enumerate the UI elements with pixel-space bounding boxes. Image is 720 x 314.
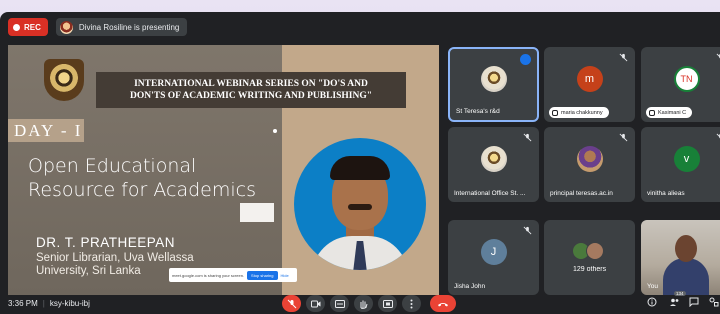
participant-tile[interactable]: St Teresa's r&d xyxy=(448,47,539,122)
participant-chip: maria chakkunny xyxy=(549,107,609,118)
present-icon xyxy=(382,299,393,308)
participant-name: Kasimani C xyxy=(658,109,687,116)
info-icon xyxy=(647,297,657,307)
chat-button[interactable] xyxy=(688,297,700,309)
participant-name: principal teresas.ac.in xyxy=(550,190,613,197)
participant-chip: Kasimani C xyxy=(646,107,693,118)
participant-avatar: TN xyxy=(673,65,700,92)
mic-off-icon xyxy=(523,133,532,142)
participant-avatar xyxy=(480,65,507,92)
participant-name: St Teresa's r&d xyxy=(456,108,500,115)
participant-tile[interactable]: v vinitha alieas xyxy=(641,127,720,202)
sparkle-decoration xyxy=(273,129,277,133)
participant-tile[interactable]: International Office St. ... xyxy=(448,127,539,202)
presenting-indicator[interactable]: Divina Rosiline is presenting xyxy=(55,18,188,36)
participant-tile[interactable]: m maria chakkunny xyxy=(544,47,635,122)
mic-off-icon xyxy=(716,133,720,139)
recording-badge: REC xyxy=(8,18,48,36)
mic-off-icon xyxy=(523,226,532,235)
leave-call-button[interactable] xyxy=(430,295,456,312)
speaking-indicator-icon xyxy=(520,54,531,65)
pin-icon xyxy=(649,109,655,116)
participant-avatar xyxy=(480,145,507,172)
activities-button[interactable] xyxy=(708,297,720,309)
hide-share-notice-button[interactable]: Hide xyxy=(281,273,289,278)
topic-line2: Resource for Academics xyxy=(28,179,256,201)
slide-decoration-box xyxy=(240,203,274,222)
chat-icon xyxy=(689,297,699,308)
more-vert-icon xyxy=(410,299,413,308)
participant-name: maria chakkunny xyxy=(561,109,603,116)
participant-avatar xyxy=(576,145,603,172)
speaker-portrait xyxy=(294,138,426,270)
bottom-bar: 3:36 PM | ksy-kibu-ibj 134 xyxy=(0,291,720,314)
shapes-icon xyxy=(709,297,719,307)
self-name: You xyxy=(647,283,658,290)
meet-window: REC Divina Rosiline is presenting INTERN… xyxy=(0,12,720,314)
speaker-role-line1: Senior Librarian, Uva Wellassa xyxy=(36,252,194,264)
camera-toggle-button[interactable] xyxy=(306,295,325,312)
webinar-title-line1: INTERNATIONAL WEBINAR SERIES ON "DO'S AN… xyxy=(134,79,368,89)
participant-name: vinitha alieas xyxy=(647,190,685,197)
speaker-name: DR. T. PRATHEEPAN xyxy=(36,235,176,250)
stop-sharing-button[interactable]: Stop sharing xyxy=(247,270,278,280)
mic-off-icon xyxy=(619,53,628,62)
presenter-text: Divina Rosiline is presenting xyxy=(78,22,180,32)
meeting-info: 3:36 PM | ksy-kibu-ibj xyxy=(8,299,90,308)
webinar-title: INTERNATIONAL WEBINAR SERIES ON "DO'S AN… xyxy=(96,72,406,108)
participant-name: Jisha John xyxy=(454,283,486,290)
webinar-title-line2: DON'TS OF ACADEMIC WRITING AND PUBLISHIN… xyxy=(129,91,373,101)
mic-toggle-button[interactable] xyxy=(282,295,301,312)
captions-button[interactable] xyxy=(330,295,349,312)
pin-icon xyxy=(552,109,558,116)
presenter-avatar xyxy=(59,20,73,34)
mic-off-icon xyxy=(716,53,720,59)
clock-time: 3:36 PM xyxy=(8,299,38,308)
hang-up-icon xyxy=(438,302,448,306)
video-camera-icon xyxy=(310,300,320,307)
presentation-slide: INTERNATIONAL WEBINAR SERIES ON "DO'S AN… xyxy=(8,45,439,295)
day-label: DAY - I xyxy=(8,119,84,142)
meeting-details-button[interactable] xyxy=(646,297,658,309)
meeting-code: ksy-kibu-ibj xyxy=(49,299,90,308)
college-crest-logo xyxy=(44,59,84,101)
participant-tile[interactable]: principal teresas.ac.in xyxy=(544,127,635,202)
share-text: meet.google.com is sharing your screen. xyxy=(172,272,245,278)
participant-name: International Office St. ... xyxy=(454,190,526,197)
screen-share-notice: meet.google.com is sharing your screen. … xyxy=(169,268,297,282)
captions-icon xyxy=(334,299,345,308)
mic-off-icon xyxy=(287,299,296,308)
participant-avatar: m xyxy=(576,65,603,92)
mic-off-icon xyxy=(619,133,628,142)
others-avatars xyxy=(572,242,606,260)
record-icon xyxy=(13,23,20,31)
people-button[interactable] xyxy=(668,297,680,309)
people-icon xyxy=(669,298,678,306)
topic-line1: Open Educational xyxy=(28,155,197,177)
participant-avatar: v xyxy=(673,145,700,172)
hand-icon xyxy=(360,300,368,309)
topic-title: Open Educational Resource for Academics xyxy=(28,154,278,202)
others-count: 129 others xyxy=(573,266,607,273)
participant-tile[interactable]: TN Kasimani C xyxy=(641,47,720,122)
raise-hand-button[interactable] xyxy=(354,295,373,312)
participant-count-badge: 134 xyxy=(674,291,686,296)
top-bar: REC Divina Rosiline is presenting xyxy=(8,16,188,38)
rec-label: REC xyxy=(24,22,41,32)
self-video-tile[interactable]: You xyxy=(641,220,720,295)
participant-tile[interactable]: J Jisha John xyxy=(448,220,539,295)
others-tile[interactable]: 129 others xyxy=(544,220,635,295)
present-screen-button[interactable] xyxy=(378,295,397,312)
participant-avatar: J xyxy=(480,238,507,265)
more-options-button[interactable] xyxy=(402,295,421,312)
